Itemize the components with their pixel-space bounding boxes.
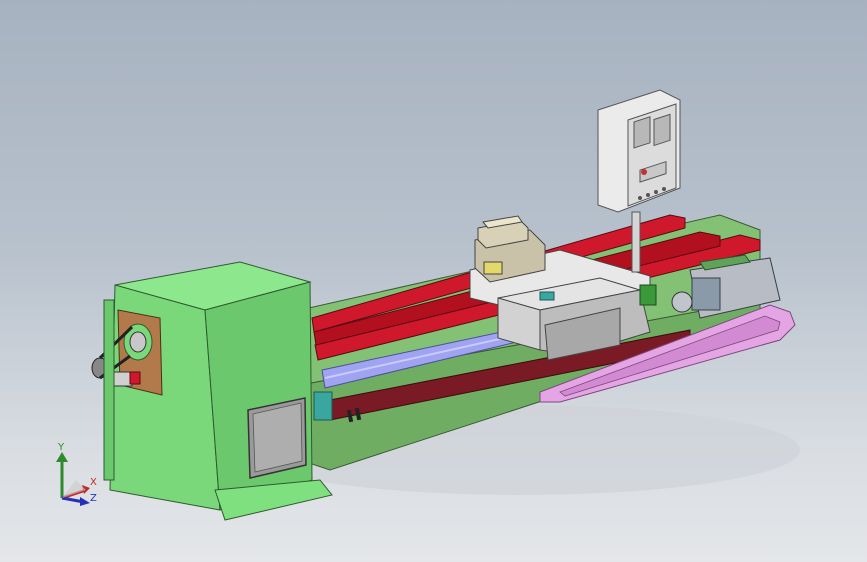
z-axis-label: Z	[90, 493, 97, 504]
y-axis-arrow	[56, 452, 68, 462]
y-axis-label: Y	[58, 442, 65, 453]
control-panel-mast	[631, 211, 641, 273]
carriage-green-handle	[639, 284, 657, 306]
tailstock-wheel	[671, 291, 693, 313]
x-axis-label: X	[90, 477, 97, 488]
bearing-block	[313, 391, 333, 421]
control-panel-led	[641, 169, 647, 175]
control-panel-button	[646, 193, 650, 197]
axis-triad-icon: Y X Z	[50, 440, 110, 510]
tool-post-yellow	[483, 261, 503, 275]
motor-bracket-red	[129, 371, 141, 385]
cad-viewport[interactable]: Y X Z	[0, 0, 867, 562]
control-panel-screen-left	[633, 116, 651, 149]
control-panel-screen-right	[653, 113, 671, 147]
z-axis-arrow	[80, 497, 90, 506]
control-panel-button	[662, 187, 666, 191]
lathe-model[interactable]	[0, 0, 867, 562]
carriage-teal-block	[539, 291, 555, 301]
spindle-pulley-hub	[129, 331, 147, 353]
motor-bracket	[111, 371, 133, 387]
tailstock-window	[691, 277, 721, 311]
control-panel-button	[638, 196, 642, 200]
headstock-access-door-inner	[252, 402, 303, 473]
control-panel-button	[654, 190, 658, 194]
